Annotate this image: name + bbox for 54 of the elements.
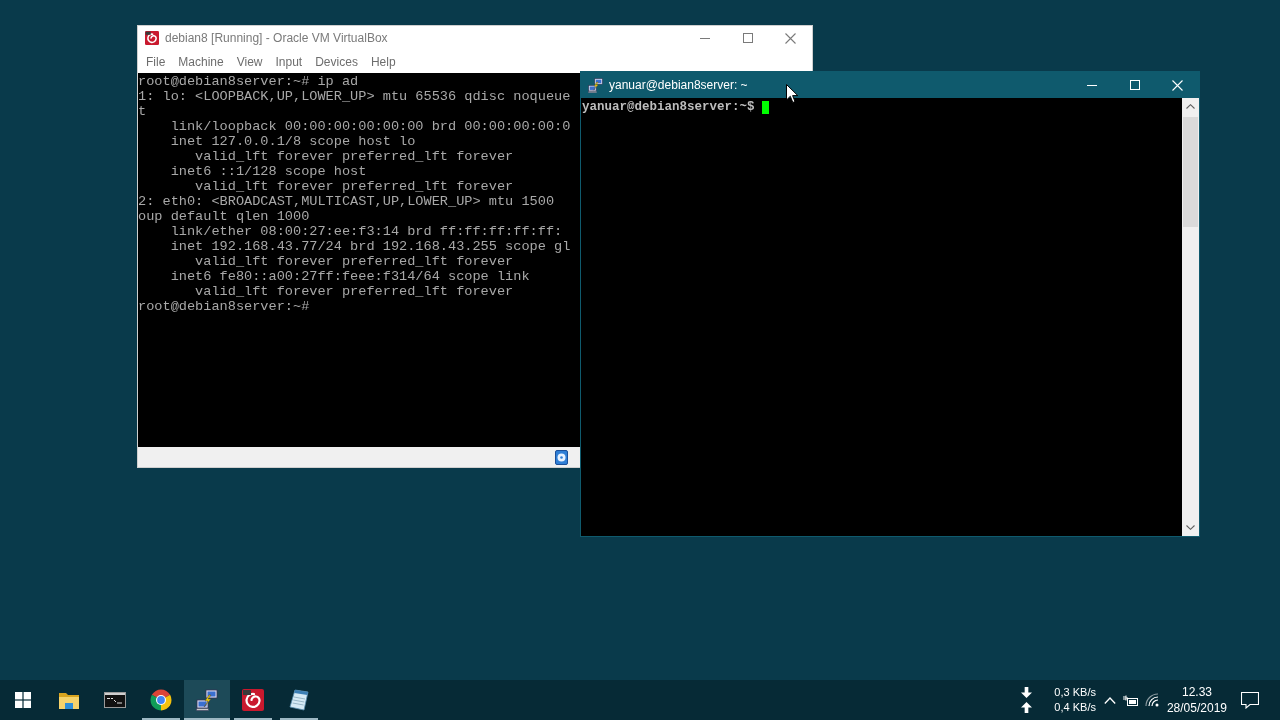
chevron-up-icon: [1103, 696, 1116, 704]
maximize-icon: [742, 33, 753, 43]
clock-time[interactable]: 12.33: [1181, 684, 1212, 700]
notepad-icon: [289, 689, 309, 711]
download-rate: 0,3 KB/s: [1054, 685, 1096, 700]
menu-item[interactable]: Machine: [178, 54, 224, 69]
console-line: valid_lft forever preferred_lft forever: [194, 284, 514, 299]
minimize-icon: [699, 37, 710, 39]
console-line: 2: eth0: <BROADCAST,MULTICAST,UP,LOWER_UP> mtu 1500: [138, 194, 555, 209]
windows-logo-icon: [15, 692, 31, 708]
menu-item[interactable]: File: [146, 54, 166, 69]
console-line: inet6 fe80::a00:27ff:feee:f314/64 scope link: [169, 269, 530, 284]
speech-bubble-icon: [1241, 691, 1259, 709]
console-line: valid_lft forever preferred_lft forever: [194, 254, 514, 269]
networked-computers-icon: [588, 77, 603, 93]
console-line: root@debian8server:~# ip ad: [138, 74, 359, 89]
maximize-icon: [1129, 80, 1140, 90]
console-line: link/loopback 00:00:00:00:00:00 brd 00:00:00:00:0: [169, 119, 571, 134]
menu-item[interactable]: View: [236, 54, 263, 69]
swirl-logo-icon: [242, 689, 264, 711]
close-icon: [1172, 79, 1183, 91]
console-line: t: [138, 104, 147, 119]
close-icon: [785, 32, 796, 44]
folder-icon: [59, 691, 79, 709]
console-line: root@debian8server:~#: [138, 299, 310, 314]
menu-item[interactable]: Input: [275, 54, 303, 69]
battery-plug-icon: [1122, 694, 1139, 706]
console-line: link/ether 08:00:27:ee:f3:14 brd ff:ff:ff:ff:ff:: [169, 224, 563, 239]
browser-icon: [150, 689, 172, 711]
console-line: valid_lft forever preferred_lft forever: [194, 179, 514, 194]
clock-date[interactable]: 28/05/2019: [1166, 700, 1227, 716]
scrollbar[interactable]: [1182, 98, 1199, 536]
minimize-icon: [1086, 84, 1097, 86]
wifi-icon: [1144, 693, 1159, 707]
networked-computers-icon: [196, 689, 218, 711]
console-line: inet6 ::1/128 scope host: [169, 164, 367, 179]
console-line: inet 127.0.0.1/8 scope host lo: [169, 134, 416, 149]
console-line: yanuar@debian8server:~$: [582, 100, 755, 115]
console-line: 1: lo: <LOOPBACK,UP,LOWER_UP> mtu 65536 qdisc noqueue: [138, 89, 571, 104]
menu-item[interactable]: Devices: [315, 54, 358, 69]
console-line: oup default qlen 1000: [138, 209, 310, 224]
console-icon: [104, 692, 126, 708]
window-title: yanuar@debian8server: ~: [609, 77, 748, 94]
console-line: inet 192.168.43.77/24 brd 192.168.43.255 scope gl: [169, 239, 571, 254]
scroll-down-icon[interactable]: [1186, 525, 1195, 530]
upload-rate: 0,4 KB/s: [1054, 700, 1096, 715]
menu-item[interactable]: Help: [370, 54, 396, 69]
scroll-up-icon[interactable]: [1186, 104, 1195, 109]
window-title: debian8 [Running] - Oracle VM VirtualBox: [165, 30, 388, 47]
upload-arrow-icon: [1020, 702, 1032, 713]
download-arrow-icon: [1020, 687, 1032, 698]
scrollbar-thumb[interactable]: [1183, 117, 1198, 227]
console-line: valid_lft forever preferred_lft forever: [194, 149, 514, 164]
swirl-logo-icon: [145, 31, 159, 45]
